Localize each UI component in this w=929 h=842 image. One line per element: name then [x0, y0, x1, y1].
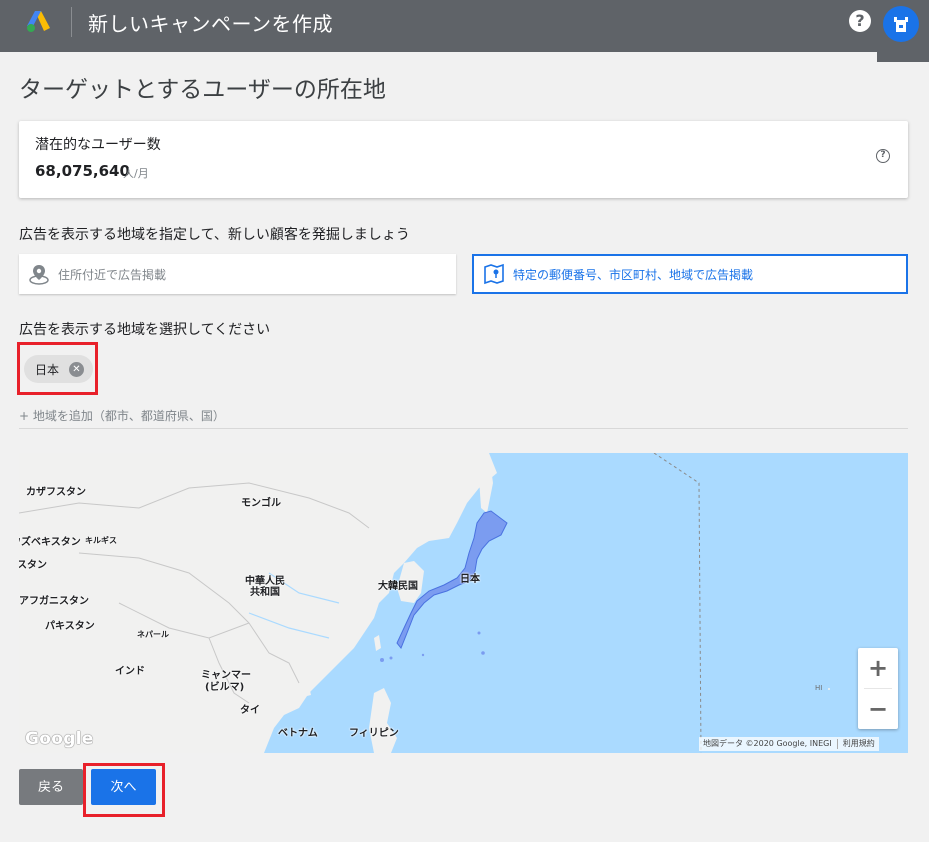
- account-icon: [894, 17, 908, 32]
- map-label-mongolia: モンゴル: [241, 498, 281, 509]
- zoom-out-button[interactable]: −: [858, 689, 898, 729]
- top-app-bar: 新しいキャンペーンを作成 ?: [0, 0, 929, 52]
- map-label-kazakhstan: カザフスタン: [26, 487, 86, 498]
- account-tab-shadow: [877, 52, 929, 62]
- divider: [19, 428, 908, 429]
- taiwan: [374, 635, 381, 651]
- map-canvas: [19, 453, 830, 753]
- reach-value: 68,075,640: [35, 162, 130, 180]
- terms-link[interactable]: 利用規約: [843, 739, 875, 748]
- help-icon[interactable]: ?: [849, 10, 871, 32]
- map-label-myanmar-line2: (ビルマ): [205, 682, 245, 693]
- map-label-tajikistan: スタン: [19, 560, 47, 571]
- google-logo: Google: [25, 729, 94, 749]
- back-button[interactable]: 戻る: [19, 769, 83, 805]
- map-label-china-line2: 共和国: [250, 587, 280, 598]
- reach-label: 潜在的なユーザー数: [35, 137, 161, 153]
- audience-reach-card: 潜在的なユーザー数 68,075,640 人/月 ?: [19, 121, 908, 198]
- map-label-philippines: フィリピン: [349, 728, 399, 739]
- page-title: ターゲットとするユーザーの所在地: [19, 77, 386, 103]
- map-label-india: インド: [115, 666, 145, 677]
- map-label-hawaii: HI: [815, 684, 823, 692]
- dateline: [653, 453, 702, 753]
- folded-map-icon: [484, 263, 504, 285]
- okinawa-islands: [380, 658, 384, 662]
- map-label-pakistan: パキスタン: [45, 621, 95, 632]
- map-label-vietnam: ベトナム: [278, 728, 318, 739]
- google-ads-logo[interactable]: [26, 9, 54, 33]
- selected-region-chip: 日本 ✕: [24, 355, 93, 383]
- map-label-japan: 日本: [460, 574, 480, 585]
- help-circle-icon[interactable]: ?: [876, 149, 890, 163]
- map-zoom-control: + −: [858, 648, 898, 729]
- specific-region-option-label: 特定の郵便番号、市区町村、地域で広告掲載: [513, 267, 754, 282]
- page-header-title: 新しいキャンペーンを作成: [88, 12, 333, 36]
- address-radius-option[interactable]: 住所付近で広告掲載: [19, 254, 456, 294]
- map-label-thailand: タイ: [240, 705, 260, 716]
- map-label-korea: 大韓民国: [378, 581, 418, 592]
- header-divider: [71, 7, 72, 37]
- attribution-divider: [836, 738, 838, 749]
- chip-label: 日本: [35, 362, 60, 377]
- map-pin-icon: [29, 265, 49, 285]
- specific-region-option[interactable]: 特定の郵便番号、市区町村、地域で広告掲載: [472, 254, 908, 294]
- map-label-kyrgyzstan: キルギス: [85, 536, 117, 545]
- map-label-afghanistan: アフガニスタン: [19, 596, 89, 607]
- map-label-uzbekistan: ウズベキスタン: [19, 537, 81, 548]
- remove-chip-icon[interactable]: ✕: [69, 362, 84, 377]
- address-radius-option-label: 住所付近で広告掲載: [58, 267, 167, 282]
- map-attribution: 地図データ ©2020 Google, INEGI 利用規約: [699, 737, 879, 751]
- add-region-link[interactable]: + 地域を追加（都市、都道府県、国）: [19, 407, 225, 424]
- reach-unit: 人/月: [123, 167, 149, 180]
- next-button[interactable]: 次へ: [91, 769, 156, 805]
- hawaii-islands: [828, 688, 830, 690]
- location-instruction: 広告を表示する地域を指定して、新しい顧客を発掘しましょう: [19, 227, 410, 243]
- account-avatar[interactable]: [883, 6, 919, 42]
- philippines-islands: [369, 688, 397, 753]
- zoom-in-button[interactable]: +: [858, 648, 898, 688]
- map-data-credit: 地図データ ©2020 Google, INEGI: [703, 739, 832, 748]
- map-label-nepal: ネパール: [137, 630, 169, 639]
- location-map[interactable]: カザフスタン モンゴル ウズベキスタン キルギス スタン アフガニスタン パキス…: [19, 453, 908, 753]
- select-region-label: 広告を表示する地域を選択してください: [19, 322, 271, 338]
